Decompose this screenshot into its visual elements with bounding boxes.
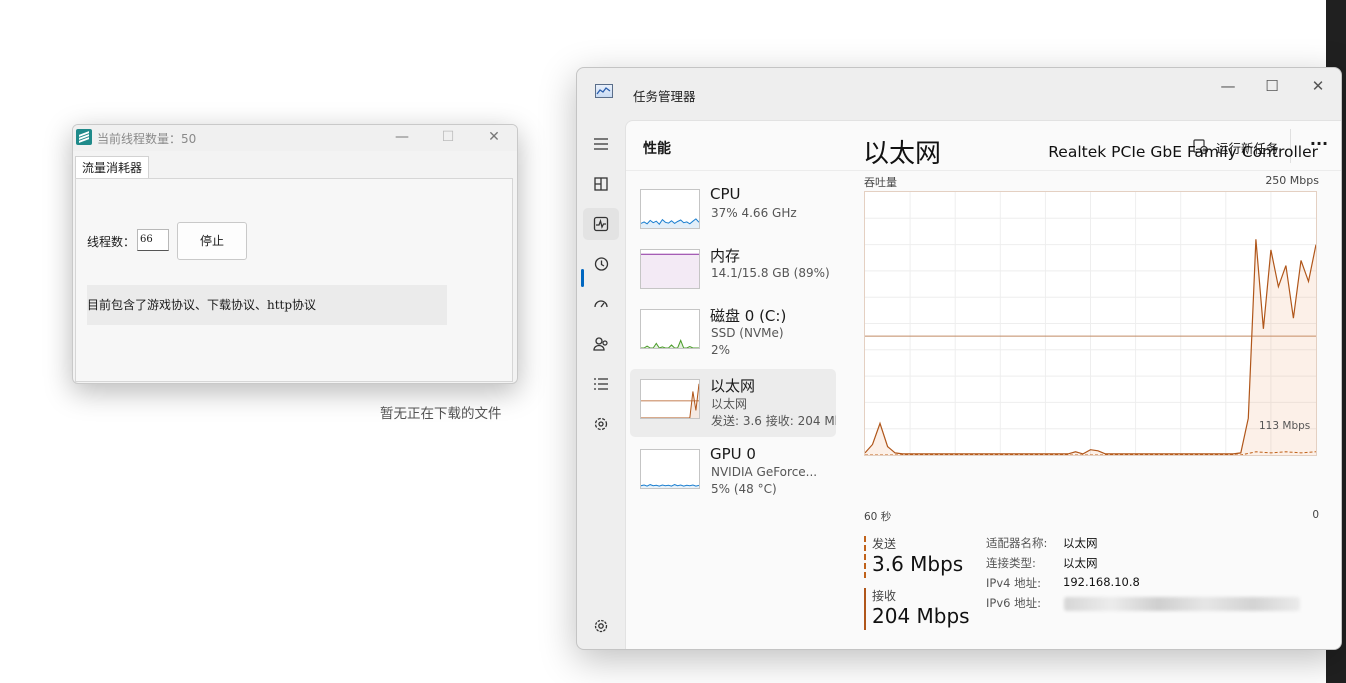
app-window-title: 当前线程数量：50 — [97, 132, 197, 146]
task-manager-window: 任务管理器 — ☐ ✕ 性能 运行新任务 ··· CPU 37% 4.66 GH… — [576, 67, 1342, 650]
x-axis-left-label: 60 秒 — [864, 511, 892, 523]
throughput-graph — [864, 191, 1317, 456]
header-divider — [626, 170, 1341, 171]
app-titlebar[interactable]: 当前线程数量：50 — ☐ ✕ — [73, 125, 517, 151]
adapter-name-value: 以太网 — [1063, 536, 1098, 550]
device-name: GPU 0 — [710, 445, 756, 463]
throughput-chart-svg — [864, 192, 1317, 456]
threads-input[interactable]: 66 — [137, 229, 169, 251]
connection-type-key: 连接类型: — [986, 556, 1036, 570]
receive-label: 接收 — [872, 589, 897, 603]
services-icon[interactable] — [583, 408, 619, 440]
protocol-info-label: 目前包含了游戏协议、下载协议、http协议 — [87, 298, 317, 312]
users-icon[interactable] — [583, 328, 619, 360]
throughput-label: 吞吐量 — [864, 176, 897, 189]
processes-icon[interactable] — [583, 168, 619, 200]
ipv6-value-redacted — [1064, 597, 1300, 611]
device-detail: 14.1/15.8 GB (89%) — [711, 266, 830, 280]
device-usage: 2% — [711, 343, 731, 357]
ethernet-thumbnail-graph — [640, 379, 700, 419]
performance-panel: 性能 运行新任务 ··· CPU 37% 4.66 GHz 内存 14.1/15… — [625, 120, 1341, 649]
device-cpu[interactable]: CPU 37% 4.66 GHz — [630, 179, 836, 247]
x-axis-right-label: 0 — [1312, 509, 1319, 521]
cpu-thumbnail-graph — [640, 189, 700, 229]
device-detail: SSD (NVMe) — [711, 326, 784, 340]
device-name: CPU — [710, 185, 741, 203]
ipv4-key: IPv4 地址: — [986, 576, 1041, 590]
app-history-icon[interactable] — [583, 248, 619, 280]
app-close-button[interactable]: ✕ — [471, 125, 517, 151]
reference-line-label: 113 Mbps — [1259, 420, 1311, 432]
send-label: 发送 — [872, 537, 897, 551]
disk-thumbnail-graph — [640, 309, 700, 349]
tab-page — [75, 178, 513, 382]
titlebar-drag-area[interactable] — [687, 78, 1157, 108]
max-throughput-label: 250 Mbps — [1265, 174, 1319, 187]
device-detail: 37% 4.66 GHz — [711, 206, 797, 220]
device-memory[interactable]: 内存 14.1/15.8 GB (89%) — [630, 239, 836, 307]
menu-icon[interactable] — [583, 128, 619, 160]
gpu-thumbnail-graph — [640, 449, 700, 489]
device-name: 内存 — [710, 247, 741, 265]
tab-traffic-consumer[interactable]: 流量消耗器 — [75, 156, 149, 179]
connection-type-value: 以太网 — [1063, 556, 1098, 570]
details-icon[interactable] — [583, 368, 619, 400]
device-detail: 以太网 — [711, 397, 748, 411]
adapter-name: Realtek PCIe GbE Family Controller — [1048, 143, 1318, 161]
tm-close-button[interactable]: ✕ — [1295, 72, 1341, 100]
ipv6-key: IPv6 地址: — [986, 596, 1041, 610]
startup-icon[interactable] — [583, 288, 619, 320]
detail-title: 以太网 — [863, 139, 942, 169]
device-disk[interactable]: 磁盘 0 (C:) SSD (NVMe) 2% — [630, 299, 836, 367]
page-title: 性能 — [643, 141, 671, 157]
protocol-info-text: 目前包含了游戏协议、下载协议、http协议 — [87, 285, 447, 325]
device-detail: NVIDIA GeForce... — [711, 465, 818, 479]
tm-maximize-button[interactable]: ☐ — [1249, 72, 1295, 100]
traffic-consumer-window: 当前线程数量：50 — ☐ ✕ 流量消耗器 线程数： 66 停止 目前包含了游戏… — [72, 124, 518, 384]
app-maximize-button[interactable]: ☐ — [425, 125, 471, 151]
task-manager-logo-icon — [595, 84, 613, 98]
device-usage: 5% (48 °C) — [711, 482, 777, 496]
device-usage: 发送: 3.6 接收: 204 Mb — [711, 414, 836, 428]
download-status-text: 暂无正在下载的文件 — [380, 406, 502, 422]
send-value: 3.6 Mbps — [872, 552, 964, 576]
settings-icon[interactable] — [583, 610, 619, 642]
send-indicator — [864, 536, 866, 578]
device-ethernet[interactable]: 以太网 以太网 发送: 3.6 接收: 204 Mb — [630, 369, 836, 437]
receive-indicator — [864, 588, 866, 630]
receive-value: 204 Mbps — [872, 604, 970, 628]
device-name: 磁盘 0 (C:) — [710, 307, 787, 325]
nav-rail — [577, 122, 625, 649]
threads-label: 线程数： — [87, 235, 136, 249]
device-gpu[interactable]: GPU 0 NVIDIA GeForce... 5% (48 °C) — [630, 439, 836, 507]
adapter-name-key: 适配器名称: — [986, 536, 1048, 550]
performance-icon[interactable] — [583, 208, 619, 240]
memory-thumbnail-graph — [640, 249, 700, 289]
device-name: 以太网 — [710, 377, 756, 395]
app-logo-icon — [76, 129, 92, 145]
thumbnail-line — [641, 339, 699, 348]
ipv4-value: 192.168.10.8 — [1063, 575, 1140, 589]
thumbnail-area — [641, 254, 699, 288]
app-minimize-button[interactable]: — — [379, 125, 425, 151]
tm-minimize-button[interactable]: — — [1205, 72, 1251, 100]
stop-button[interactable]: 停止 — [177, 222, 247, 260]
